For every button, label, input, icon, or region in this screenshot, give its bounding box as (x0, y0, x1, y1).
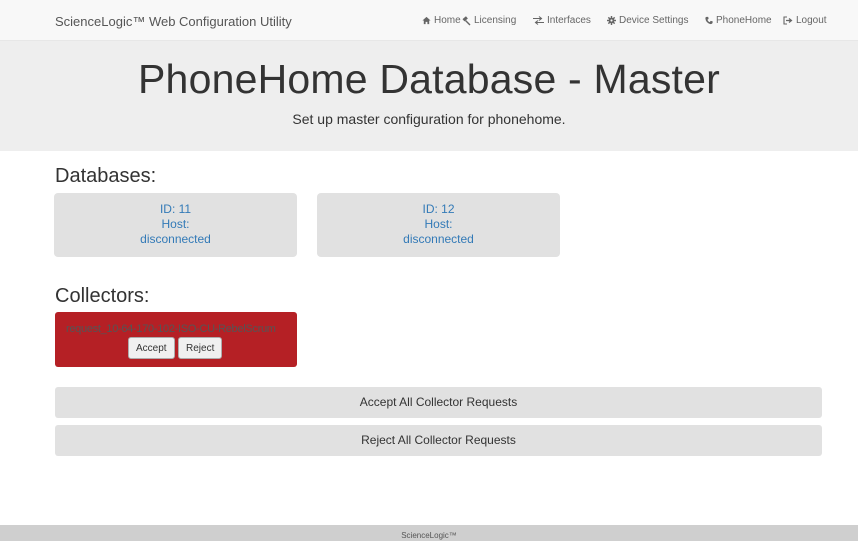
accept-button[interactable]: Accept (128, 337, 175, 359)
nav-interfaces[interactable]: Interfaces (533, 15, 591, 26)
collectors-heading: Collectors: (55, 285, 150, 307)
home-icon (422, 16, 431, 25)
nav-licensing[interactable]: Licensing (461, 15, 516, 26)
swap-arrows-icon (533, 16, 544, 25)
page-title: PhoneHome Database - Master (138, 56, 720, 102)
database-host: Host: (424, 217, 453, 231)
accept-all-button[interactable]: Accept All Collector Requests (55, 387, 822, 418)
nav-phonehome[interactable]: PhoneHome (705, 15, 772, 26)
phone-icon (705, 16, 713, 25)
top-navbar: ScienceLogic™ Web Configuration Utility … (0, 0, 858, 41)
reject-button[interactable]: Reject (178, 337, 223, 359)
database-status: disconnected (403, 232, 474, 246)
logout-icon (783, 16, 793, 25)
nav-licensing-label: Licensing (474, 15, 517, 26)
nav-device-settings[interactable]: Device Settings (607, 15, 688, 26)
database-card[interactable]: ID: 11 Host: disconnected (54, 193, 297, 257)
database-host: Host: (161, 217, 190, 231)
footer-text: ScienceLogic™ (401, 531, 457, 540)
database-card[interactable]: ID: 12 Host: disconnected (317, 193, 560, 257)
gear-icon (607, 16, 616, 25)
footer: ScienceLogic™ (0, 525, 858, 541)
gavel-icon (462, 15, 471, 25)
nav-logout[interactable]: Logout (783, 15, 827, 26)
nav-logout-label: Logout (796, 15, 827, 26)
database-id: ID: 11 (159, 202, 192, 216)
nav-device-settings-label: Device Settings (619, 15, 689, 26)
reject-all-button[interactable]: Reject All Collector Requests (55, 425, 822, 456)
collector-name: request_10-64-170-102-ISO-CU-RebelScrum (66, 323, 276, 335)
page-header: PhoneHome Database - Master Set up maste… (0, 41, 858, 151)
nav-home-label: Home (434, 15, 461, 26)
brand-link[interactable]: ScienceLogic™ Web Configuration Utility (55, 14, 292, 29)
database-id: ID: 12 (422, 202, 455, 216)
nav-interfaces-label: Interfaces (547, 15, 591, 26)
databases-heading: Databases: (55, 165, 157, 187)
page-subtitle: Set up master configuration for phonehom… (292, 111, 566, 127)
nav-home[interactable]: Home (422, 15, 461, 26)
nav-phonehome-label: PhoneHome (716, 15, 772, 26)
collector-request-card: request_10-64-170-102-ISO-CU-RebelScrum (55, 312, 297, 367)
database-status: disconnected (140, 232, 211, 246)
